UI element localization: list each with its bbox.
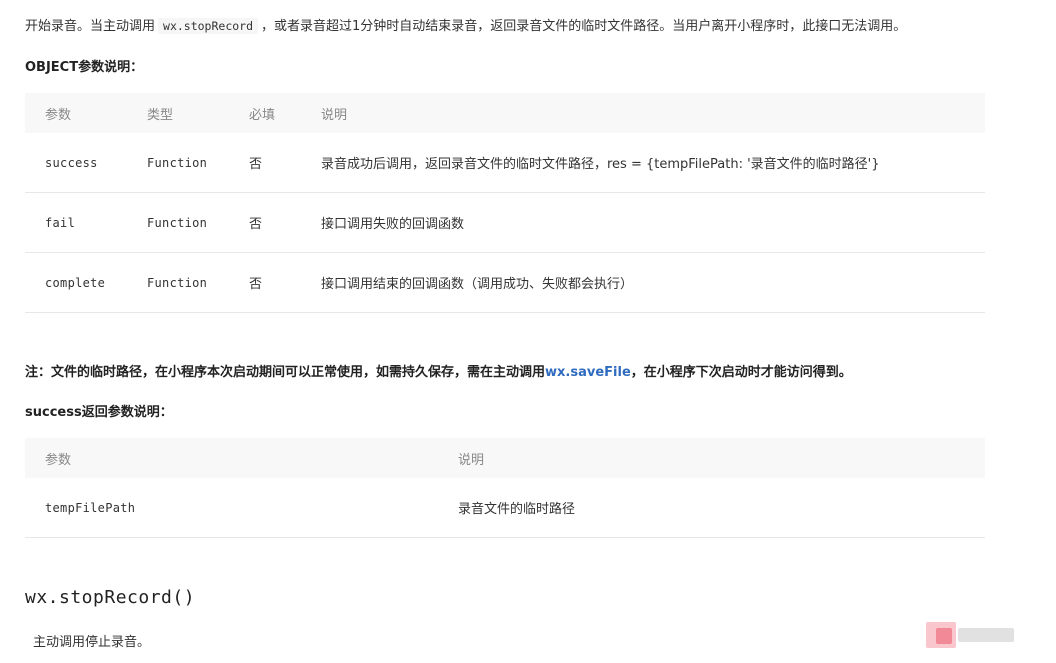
success-params-heading: success返回参数说明： [25,405,173,420]
note-text-after: ，在小程序下次启动时才能访问得到。 [630,365,852,380]
param-name: fail [25,192,127,253]
temp-path-note: 注：文件的临时路径，在小程序本次启动期间可以正常使用，如需持久保存，需在主动调用… [25,361,852,380]
inline-code-stoprecord: wx.stopRecord [158,18,259,34]
param-description: 接口调用失败的回调函数 [301,192,985,253]
header-type: 类型 [127,93,229,133]
param-description: 录音文件的临时路径 [438,478,985,538]
header-param: 参数 [25,93,127,133]
table-row: complete Function 否 接口调用结束的回调函数（调用成功、失败都… [25,252,985,313]
param-description: 接口调用结束的回调函数（调用成功、失败都会执行） [301,252,985,313]
param-name: success [25,133,127,193]
param-description: 录音成功后调用，返回录音文件的临时文件路径，res = {tempFilePat… [301,133,985,193]
api-title-stoprecord: wx.stopRecord() [25,587,196,608]
header-description: 说明 [438,438,985,478]
header-required: 必填 [229,93,301,133]
intro-text-before: 开始录音。当主动调用 [25,19,156,34]
watermark-block [958,628,1014,642]
watermark-logo [926,620,1016,650]
param-required: 否 [229,252,301,313]
param-name: tempFilePath [25,478,438,538]
api-description: 主动调用停止录音。 [33,635,151,650]
header-description: 说明 [301,93,985,133]
success-params-table: 参数 说明 tempFilePath 录音文件的临时路径 [25,438,985,538]
param-type: Function [127,252,229,313]
table-row: tempFilePath 录音文件的临时路径 [25,478,985,538]
savefile-link[interactable]: wx.saveFile [545,365,631,380]
header-param: 参数 [25,438,438,478]
intro-paragraph: 开始录音。当主动调用 wx.stopRecord ，或者录音超过1分钟时自动结束录音… [25,16,1045,37]
table-header-row: 参数 说明 [25,438,985,478]
table-row: success Function 否 录音成功后调用，返回录音文件的临时文件路径… [25,133,985,193]
table-row: fail Function 否 接口调用失败的回调函数 [25,192,985,253]
watermark-block [936,628,952,644]
param-type: Function [127,133,229,193]
param-required: 否 [229,133,301,193]
note-text-before: 注：文件的临时路径，在小程序本次启动期间可以正常使用，如需持久保存，需在主动调用 [25,365,546,380]
param-required: 否 [229,192,301,253]
object-params-heading: OBJECT参数说明： [25,60,144,75]
intro-text-after: ，或者录音超过1分钟时自动结束录音，返回录音文件的临时文件路径。当用户离开小程序… [261,19,907,34]
object-params-table: 参数 类型 必填 说明 success Function 否 录音成功后调用，返… [25,93,985,313]
table-header-row: 参数 类型 必填 说明 [25,93,985,133]
param-name: complete [25,252,127,313]
param-type: Function [127,192,229,253]
